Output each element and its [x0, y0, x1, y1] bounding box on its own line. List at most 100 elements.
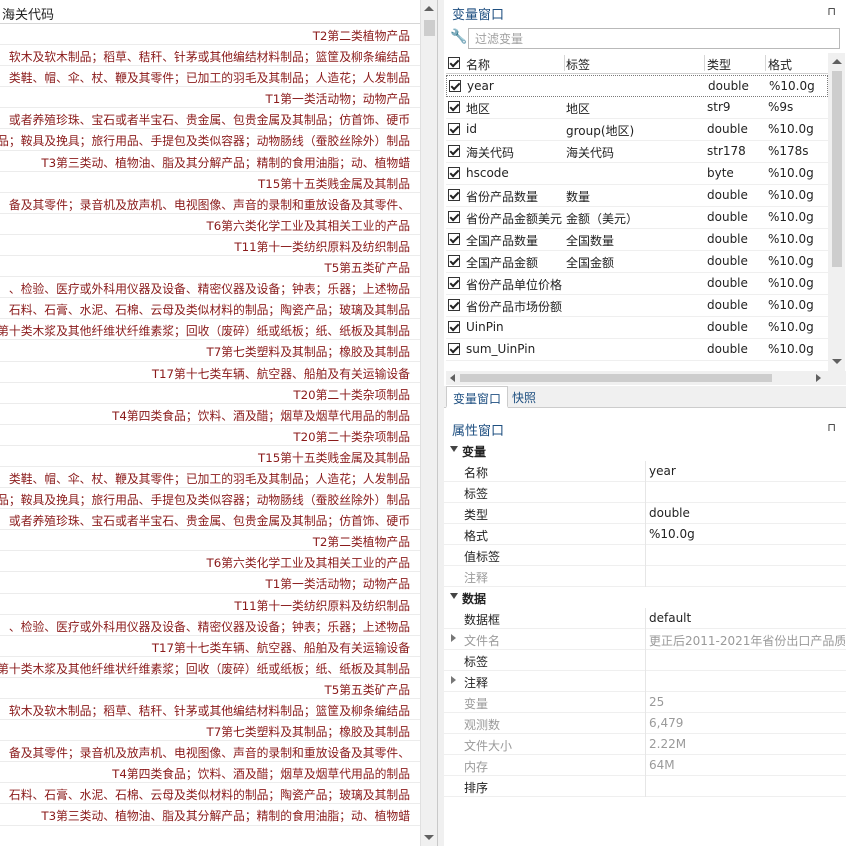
data-row[interactable]: T15第十五类贱金属及其制品 — [0, 172, 420, 193]
customs-code-cell[interactable]: T6第六类化学工业及其相关工业的产品 — [207, 217, 410, 234]
customs-code-cell[interactable]: T7第七类塑料及其制品；橡胶及其制品 — [207, 723, 410, 740]
data-row[interactable]: 品；鞍具及挽具；旅行用品、手提包及类似容器；动物肠线（蚕胶丝除外）制品 — [0, 129, 420, 151]
property-row[interactable]: 标签 — [444, 650, 846, 671]
header-type[interactable]: 类型 — [707, 56, 765, 73]
pin-icon[interactable]: ⊓ — [827, 421, 836, 434]
filter-variables-input[interactable] — [468, 28, 840, 49]
customs-code-cell[interactable]: T4第四类食品；饮料、酒及醋；烟草及烟草代用品的制品 — [112, 407, 410, 424]
variable-row[interactable]: UinPin double %10.0g — [446, 317, 828, 339]
customs-code-cell[interactable]: T15第十五类贱金属及其制品 — [258, 449, 410, 466]
data-row[interactable]: T7第七类塑料及其制品；橡胶及其制品 — [0, 340, 420, 362]
wrench-icon[interactable]: 🔧 — [450, 29, 467, 45]
variable-row[interactable]: 省份产品单位价格 double %10.0g — [446, 273, 828, 295]
variable-checkbox[interactable] — [448, 255, 460, 267]
expand-triangle-icon[interactable] — [451, 676, 456, 684]
property-value[interactable]: default — [649, 611, 845, 625]
customs-code-cell[interactable]: 品；鞍具及挽具；旅行用品、手提包及类似容器；动物肠线（蚕胶丝除外）制品 — [0, 132, 410, 149]
property-row[interactable]: 文件大小 2.22M — [444, 734, 846, 755]
pin-icon[interactable]: ⊓ — [827, 5, 836, 18]
scroll-down-arrow-icon[interactable] — [832, 359, 842, 364]
property-row[interactable]: 标签 — [444, 482, 846, 503]
data-row[interactable]: T4第四类食品；饮料、酒及醋；烟草及烟草代用品的制品 — [0, 404, 420, 425]
data-row[interactable]: 、检验、医疗或外科用仪器及设备、精密仪器及设备；钟表；乐器；上述物品 — [0, 615, 420, 636]
scrollbar-thumb[interactable] — [424, 20, 435, 36]
customs-code-cell[interactable]: T3第三类动、植物油、脂及其分解产品；精制的食用油脂；动、植物蜡 — [41, 154, 410, 171]
property-value[interactable]: 25 — [649, 695, 845, 709]
scroll-down-arrow-icon[interactable] — [424, 835, 434, 840]
customs-code-cell[interactable]: 备及其零件；录音机及放声机、电视图像、声音的录制和重放设备及其零件、 — [9, 744, 410, 761]
customs-code-cell[interactable]: T15第十五类贱金属及其制品 — [258, 175, 410, 192]
property-row[interactable]: 数据框 default — [444, 608, 846, 629]
variable-row[interactable]: year double %10.0g — [446, 75, 828, 97]
variable-row[interactable]: 全国产品金额 全国金额 double %10.0g — [446, 251, 828, 273]
data-row[interactable]: T20第二十类杂项制品 — [0, 383, 420, 404]
variable-checkbox[interactable] — [448, 321, 460, 333]
property-row[interactable]: 排序 — [444, 776, 846, 797]
data-row[interactable]: T1第一类活动物；动物产品 — [0, 87, 420, 109]
customs-code-cell[interactable]: T7第七类塑料及其制品；橡胶及其制品 — [207, 343, 410, 360]
variables-horizontal-scrollbar[interactable] — [446, 371, 846, 385]
data-row[interactable]: T1第一类活动物；动物产品 — [0, 572, 420, 594]
variables-vertical-scrollbar[interactable] — [828, 53, 845, 371]
data-row[interactable]: T17第十七类车辆、航空器、船舶及有关运输设备 — [0, 636, 420, 657]
customs-code-cell[interactable]: T20第二十类杂项制品 — [293, 386, 410, 403]
data-browser-vertical-scrollbar[interactable] — [420, 0, 437, 846]
variable-row[interactable]: 海关代码 海关代码 str178 %178s — [446, 141, 828, 163]
variable-row[interactable]: 全国产品数量 全国数量 double %10.0g — [446, 229, 828, 251]
variable-row[interactable]: sum_UinPin double %10.0g — [446, 339, 828, 361]
variable-checkbox[interactable] — [448, 211, 460, 223]
tab-snapshots[interactable]: 快照 — [506, 386, 542, 408]
customs-code-cell[interactable]: 品；鞍具及挽具；旅行用品、手提包及类似容器；动物肠线（蚕胶丝除外）制品 — [0, 491, 410, 508]
property-value[interactable]: 6,479 — [649, 716, 845, 730]
data-row[interactable]: T5第五类矿产品 — [0, 256, 420, 278]
customs-code-cell[interactable]: 备及其零件；录音机及放声机、电视图像、声音的录制和重放设备及其零件、 — [9, 196, 410, 213]
expand-triangle-icon[interactable] — [451, 634, 456, 642]
data-row[interactable]: 类鞋、帽、伞、杖、鞭及其零件；已加工的羽毛及其制品；人造花；人发制品 — [0, 66, 420, 88]
customs-code-cell[interactable]: T20第二十类杂项制品 — [293, 428, 410, 445]
scrollbar-thumb[interactable] — [832, 71, 842, 267]
customs-code-cell[interactable]: T11第十一类纺织原料及纺织制品 — [234, 238, 410, 255]
data-row[interactable]: 软木及软木制品；稻草、秸秆、针茅或其他编结材料制品；篮筐及柳条编结品 — [0, 699, 420, 721]
data-row[interactable]: T3第三类动、植物油、脂及其分解产品；精制的食用油脂；动、植物蜡 — [0, 804, 420, 826]
property-row[interactable]: 值标签 — [444, 545, 846, 566]
customs-code-cell[interactable]: T6第六类化学工业及其相关工业的产品 — [207, 554, 410, 571]
customs-code-cell[interactable]: T5第五类矿产品 — [325, 681, 411, 698]
group-data[interactable]: 数据 — [444, 587, 846, 608]
property-value[interactable]: double — [649, 506, 845, 520]
variable-row[interactable]: hscode byte %10.0g — [446, 163, 828, 185]
customs-code-cell[interactable]: T3第三类动、植物油、脂及其分解产品；精制的食用油脂；动、植物蜡 — [41, 807, 410, 824]
variable-row[interactable]: 地区 地区 str9 %9s — [446, 97, 828, 119]
customs-code-cell[interactable]: 石料、石膏、水泥、石棉、云母及类似材料的制品；陶瓷产品；玻璃及其制品 — [9, 301, 410, 318]
variable-checkbox[interactable] — [449, 80, 461, 92]
customs-code-cell[interactable]: 或者养殖珍珠、宝石或者半宝石、贵金属、包贵金属及其制品；仿首饰、硬币 — [9, 512, 410, 529]
customs-code-cell[interactable]: T2第二类植物产品 — [313, 533, 410, 550]
collapse-triangle-icon[interactable] — [450, 446, 458, 452]
customs-code-cell[interactable]: 第十类木浆及其他纤维状纤维素浆；回收（废碎）纸或纸板；纸、纸板及其制品 — [0, 660, 410, 677]
data-row[interactable]: T15第十五类贱金属及其制品 — [0, 446, 420, 467]
variable-row[interactable]: 省份产品市场份额 double %10.0g — [446, 295, 828, 317]
group-variable[interactable]: 变量 — [444, 440, 846, 461]
customs-code-cell[interactable]: 类鞋、帽、伞、杖、鞭及其零件；已加工的羽毛及其制品；人造花；人发制品 — [9, 470, 410, 487]
customs-code-cell[interactable]: T11第十一类纺织原料及纺织制品 — [234, 597, 410, 614]
scrollbar-thumb[interactable] — [460, 374, 772, 382]
variable-row[interactable]: 省份产品金额美元 金额（美元） double %10.0g — [446, 207, 828, 229]
data-row[interactable]: T7第七类塑料及其制品；橡胶及其制品 — [0, 720, 420, 742]
data-row[interactable]: 软木及软木制品；稻草、秸秆、针茅或其他编结材料制品；篮筐及柳条编结品 — [0, 45, 420, 67]
customs-code-cell[interactable]: T1第一类活动物；动物产品 — [266, 575, 410, 592]
variable-checkbox[interactable] — [448, 277, 460, 289]
data-row[interactable]: 第十类木浆及其他纤维状纤维素浆；回收（废碎）纸或纸板；纸、纸板及其制品 — [0, 319, 420, 341]
data-row[interactable]: T2第二类植物产品 — [0, 530, 420, 552]
customs-code-cell[interactable]: T2第二类植物产品 — [313, 27, 410, 44]
property-value[interactable]: 64M — [649, 758, 845, 772]
data-row[interactable]: 备及其零件；录音机及放声机、电视图像、声音的录制和重放设备及其零件、 — [0, 741, 420, 763]
data-row[interactable]: T2第二类植物产品 — [0, 24, 420, 46]
data-row[interactable]: 或者养殖珍珠、宝石或者半宝石、贵金属、包贵金属及其制品；仿首饰、硬币 — [0, 108, 420, 130]
data-row[interactable]: T4第四类食品；饮料、酒及醋；烟草及烟草代用品的制品 — [0, 762, 420, 784]
variable-checkbox[interactable] — [448, 101, 460, 113]
property-row[interactable]: 文件名 更正后2011-2021年省份出口产品质 — [444, 629, 846, 650]
variable-checkbox[interactable] — [448, 233, 460, 245]
header-format[interactable]: 格式 — [768, 56, 828, 73]
property-row[interactable]: 名称 year — [444, 461, 846, 482]
data-row[interactable]: 第十类木浆及其他纤维状纤维素浆；回收（废碎）纸或纸板；纸、纸板及其制品 — [0, 657, 420, 678]
property-row[interactable]: 变量 25 — [444, 692, 846, 713]
